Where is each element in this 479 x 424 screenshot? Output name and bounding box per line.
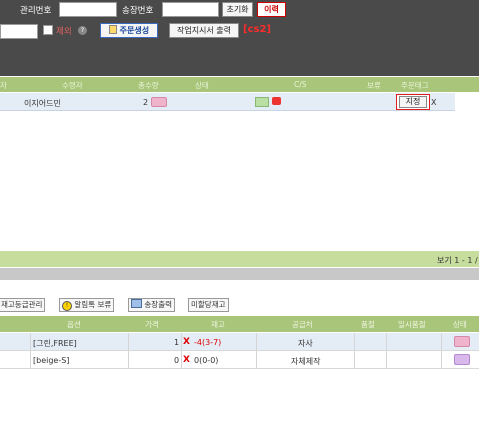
mgmt-no-label: 관리번호 [20,6,52,16]
order-pager: 보기 1 - 1 / [0,251,479,267]
status-icon[interactable] [151,97,167,107]
stock-cell: -4(3-7) [194,338,222,347]
create-order-button[interactable]: 주문생성 [100,23,158,38]
reset-button[interactable]: 초기화 [222,2,253,17]
table-row[interactable]: 이지어드민 2 지정 X [0,93,455,111]
search-panel: 관리번호 송장번호 초기화 이력 제외 ? 주문생성 작업지시서 출력 [cs2… [0,0,479,76]
cs-tag: [cs2] [243,24,271,35]
qty-cell: 2 [143,98,149,107]
print-work-order-button[interactable]: 작업지시서 출력 [169,23,239,38]
header-option: 옵션 [67,320,81,329]
exclude-label: 제외 [56,27,72,37]
invoice-icon [131,299,142,308]
invoice-no-input[interactable] [162,2,219,17]
tag-highlight: 지정 [396,94,430,110]
product-table-header: 옵션 가격 재고 공급처 품절 일시품절 상태 [0,316,479,332]
document-add-icon [108,25,117,34]
header-hold: 보류 [367,81,381,90]
create-order-label: 주문생성 [119,26,150,35]
table-row[interactable]: [beige-S] 0 X 0(0-0) 자체제작 [0,351,479,369]
header-stock: 재고 [211,320,225,329]
header-supplier: 공급처 [292,320,313,329]
warning-icon: ! [62,301,72,311]
filter-input[interactable] [0,24,38,39]
mgmt-no-input[interactable] [59,2,117,17]
header-state: 상태 [453,320,467,329]
invoice-no-label: 송장번호 [122,6,154,16]
supplier-cell: 자사 [298,339,313,348]
order-table-header: 자 수령자 총수량 상태 C/S 보류 주문태그 [0,77,479,92]
recipient-cell: 이지어드민 [24,99,61,108]
invoice-output-button[interactable]: 송장출력 [128,298,175,312]
header-status: 상태 [195,81,209,90]
stock-x-mark: X [183,355,190,365]
price-cell: 1 [174,338,180,347]
assign-tag-button[interactable]: 지정 [399,96,427,108]
exclude-checkbox[interactable] [43,25,53,35]
state-icon[interactable] [454,354,470,365]
state-icon[interactable] [454,336,470,347]
stock-cell: 0(0-0) [194,356,219,365]
table-row[interactable]: [그린,FREE] 1 X -4(3-7) 자사 [0,333,479,351]
remove-tag-button[interactable]: X [431,98,436,107]
alimtalk-hold-label: 알림톡 보류 [74,300,112,309]
cs-red-icon[interactable] [272,97,281,105]
cs-green-icon[interactable] [255,97,269,107]
option-cell: [beige-S] [33,356,70,365]
header-order-tag: 주문태그 [401,81,429,90]
header-soldout: 품절 [361,320,375,329]
splitter-bar[interactable] [0,268,479,280]
option-cell: [그린,FREE] [33,339,77,348]
header-total-qty: 총수량 [138,81,159,90]
header-partial: 자 [0,81,7,90]
help-icon[interactable]: ? [78,25,87,35]
header-cs: C/S [294,80,307,89]
header-temp-soldout: 일시품절 [398,320,426,329]
history-button[interactable]: 이력 [257,2,286,17]
header-recipient: 수령자 [62,81,83,90]
unassigned-stock-button[interactable]: 미할당재고 [188,298,229,312]
price-cell: 0 [174,356,180,365]
supplier-cell: 자체제작 [291,357,321,366]
pager-text: 보기 1 - 1 / [437,256,478,265]
invoice-output-label: 송장출력 [144,300,172,309]
header-price: 가격 [145,320,159,329]
stock-x-mark: X [183,337,190,347]
stock-grade-button[interactable]: 재고등급관리 [0,298,46,312]
alimtalk-hold-button[interactable]: ! 알림톡 보류 [59,298,115,312]
